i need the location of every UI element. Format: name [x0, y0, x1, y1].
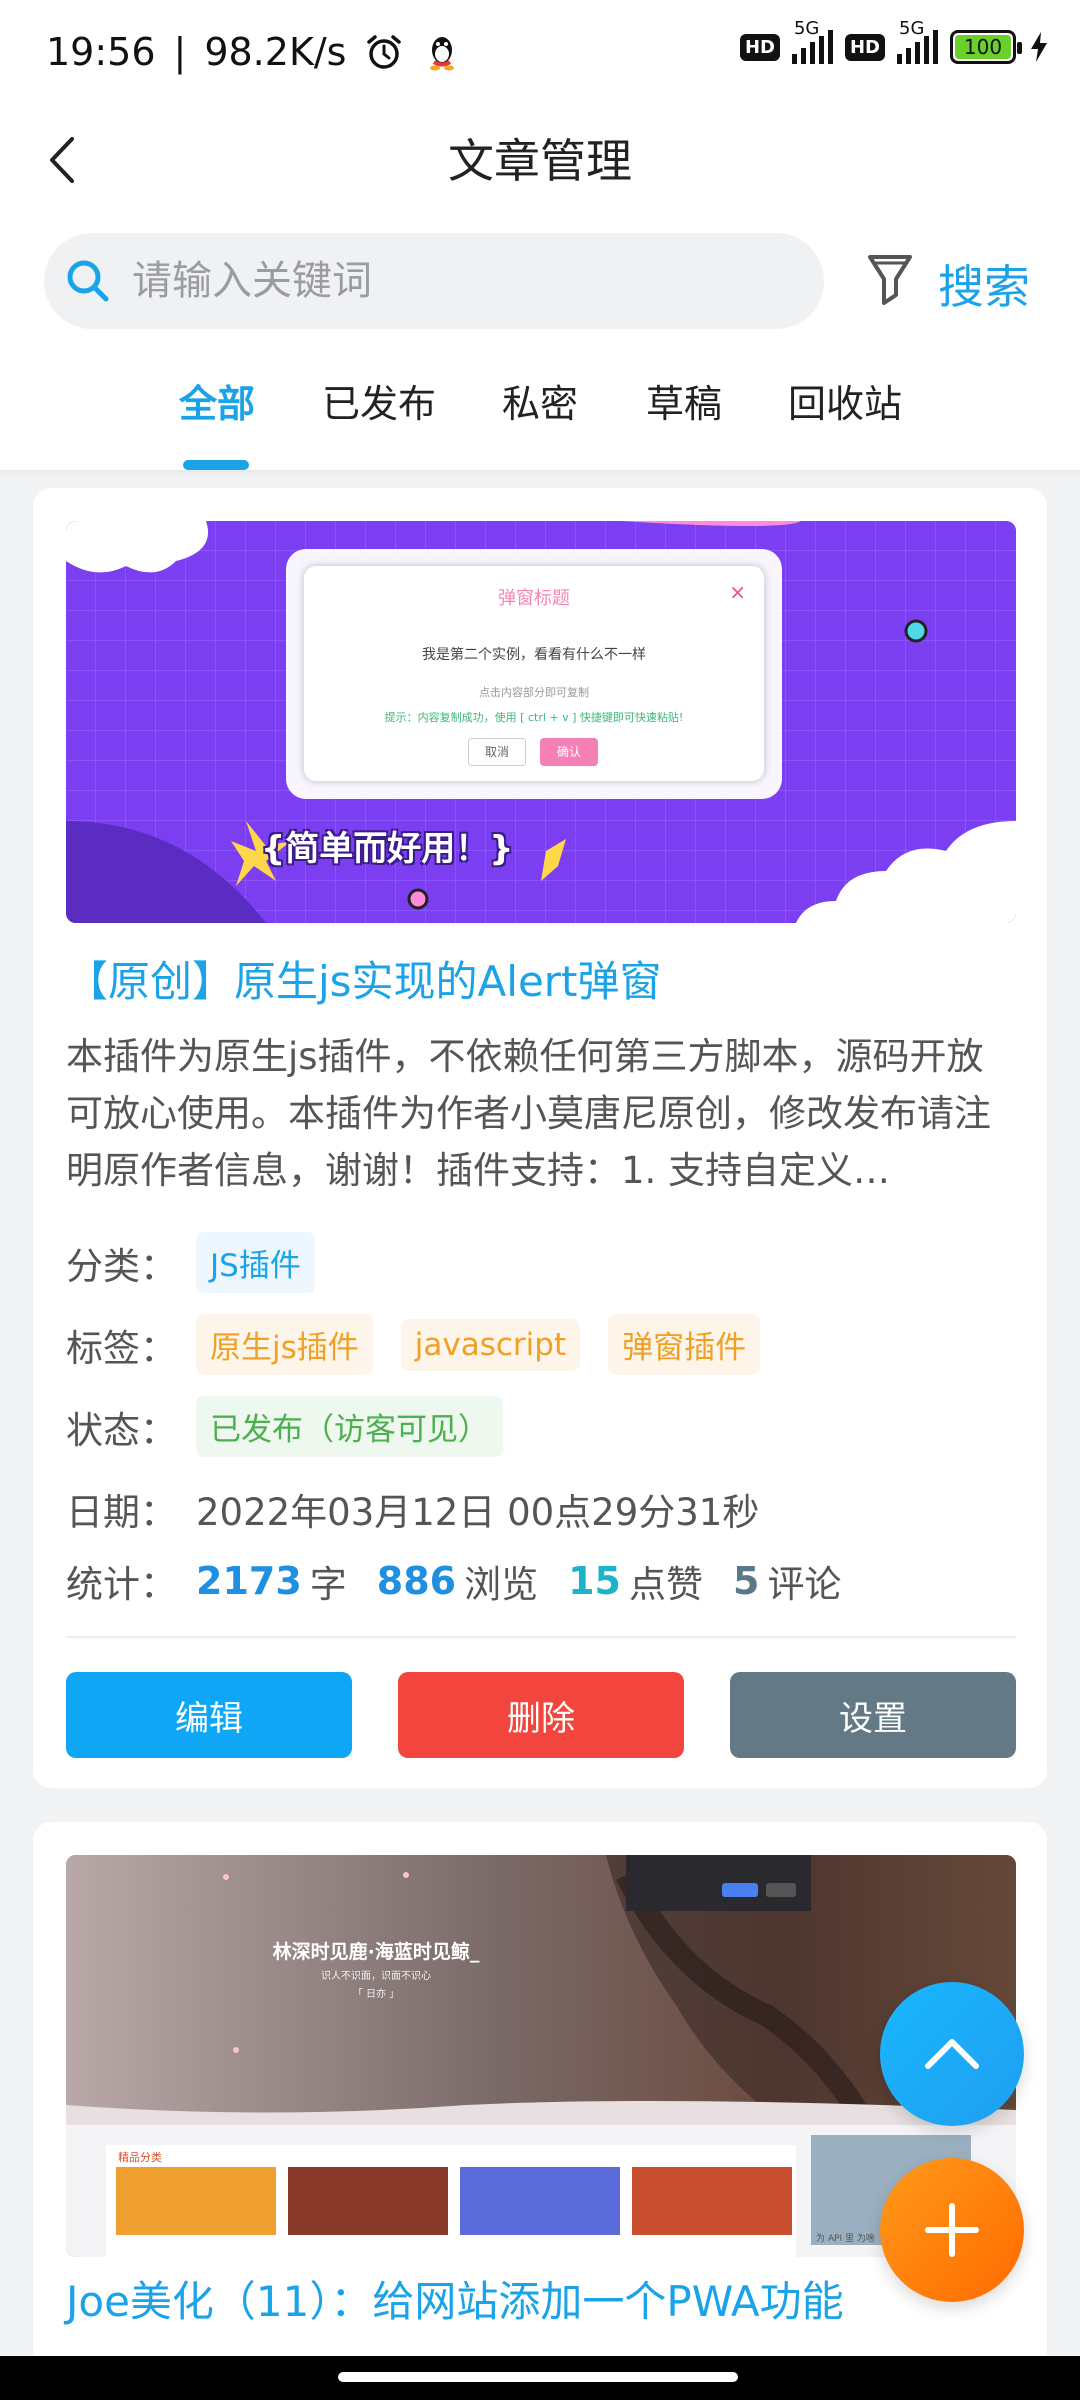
search-icon — [67, 260, 109, 302]
battery-icon: 100 — [950, 30, 1022, 64]
cover-dialog-text: 我是第二个实例，看看有什么不一样 — [422, 647, 646, 663]
search-box[interactable] — [44, 233, 824, 329]
network-type: 5G — [899, 18, 925, 39]
tag-badge[interactable]: javascript — [400, 1318, 581, 1371]
signal-icon: 5G — [897, 18, 938, 64]
search-input[interactable] — [132, 258, 752, 304]
cover-sidebar-caption: 为 API 里 为啥 — [816, 2234, 875, 2244]
post-date-row: 日期： 2022年03月12日 00点29分31秒 — [66, 1482, 759, 1536]
post-card: 弹窗标题 × 我是第二个实例，看看有什么不一样 点击内容部分即可复制 提示：内容… — [33, 488, 1047, 1788]
status-bar: 19:56 | 98.2K/s HD 5G HD 5G 100 — [0, 0, 1080, 105]
status-time: 19:56 — [46, 30, 156, 74]
tab-all[interactable]: 全部 — [179, 373, 255, 428]
close-icon: × — [729, 580, 746, 604]
word-count: 2173 — [196, 1559, 302, 1603]
network-type: 5G — [793, 18, 820, 39]
stats-label: 统计： — [66, 1563, 177, 1606]
like-count: 15 — [568, 1559, 621, 1603]
tab-indicator — [183, 460, 249, 470]
post-title[interactable]: 【原创】原生js实现的Alert弹窗 — [66, 948, 662, 1009]
tab-drafts[interactable]: 草稿 — [646, 373, 722, 428]
tab-private[interactable]: 私密 — [502, 373, 578, 428]
comment-count: 5 — [732, 1559, 760, 1603]
add-post-button[interactable] — [880, 2158, 1024, 2302]
tag-badge[interactable]: 原生js插件 — [196, 1314, 373, 1375]
tab-bar: 全部 已发布 私密 草稿 回收站 — [0, 373, 1080, 465]
cover-confirm-button: 确认 — [540, 738, 598, 766]
cover-slogan: {简单而好用！} — [261, 829, 514, 869]
battery-level: 100 — [955, 35, 1011, 59]
cover-headline: 林深时见鹿·海蓝时见鲸_ — [272, 1941, 480, 1963]
hd-badge: HD — [739, 33, 780, 61]
plus-icon — [925, 2203, 979, 2257]
qq-icon — [430, 37, 455, 71]
alarm-icon — [367, 35, 402, 69]
tag-badge[interactable]: 弹窗插件 — [608, 1314, 761, 1375]
delete-button[interactable]: 删除 — [398, 1672, 684, 1758]
status-badge: 已发布（访客可见） — [196, 1396, 503, 1457]
page-title: 文章管理 — [448, 134, 632, 188]
post-tags-row: 标签： 原生js插件 javascript 弹窗插件 — [66, 1314, 788, 1375]
search-button[interactable]: 搜索 — [938, 251, 1030, 317]
status-separator: | — [173, 30, 187, 74]
view-count: 886 — [376, 1559, 457, 1603]
like-count-unit: 点赞 — [628, 1563, 703, 1606]
cover-dialog-hint: 点击内容部分即可复制 — [479, 686, 589, 699]
status-right: HD 5G HD 5G 100 — [739, 18, 1050, 64]
post-title[interactable]: Joe美化（11）：给网站添加一个PWA功能 — [66, 2268, 844, 2329]
post-date: 2022年03月12日 00点29分31秒 — [196, 1491, 760, 1534]
cover-background — [66, 1855, 1016, 2257]
chevron-up-icon — [925, 2039, 979, 2069]
scroll-top-button[interactable] — [880, 1982, 1024, 2126]
cover-section-label: 精品分类 — [118, 2151, 162, 2164]
cover-subline: 识人不识面，识面不识心 — [321, 1971, 431, 1982]
cover-subline-2: 「 日亦 」 — [352, 1989, 400, 2000]
status-label: 状态： — [66, 1408, 177, 1452]
post-cover-image[interactable]: 弹窗标题 × 我是第二个实例，看看有什么不一样 点击内容部分即可复制 提示：内容… — [66, 521, 1016, 923]
category-badge[interactable]: JS插件 — [196, 1232, 315, 1293]
tab-trash[interactable]: 回收站 — [788, 373, 902, 428]
post-status-row: 状态： 已发布（访客可见） — [66, 1396, 531, 1457]
word-count-unit: 字 — [309, 1563, 347, 1606]
edit-button[interactable]: 编辑 — [66, 1672, 352, 1758]
post-category-row: 分类： JS插件 — [66, 1232, 343, 1293]
filter-icon — [868, 255, 912, 305]
post-card: 林深时见鹿·海蓝时见鲸_ 识人不识面，识面不识心 「 日亦 」 精品分类 为 A… — [33, 1822, 1047, 2400]
system-nav-bar — [0, 2356, 1080, 2400]
hd-badge: HD — [844, 33, 885, 61]
view-count-unit: 浏览 — [464, 1563, 539, 1606]
date-label: 日期： — [66, 1491, 177, 1534]
page-header: 文章管理 搜索 全部 已发布 私密 草稿 回收站 — [0, 105, 1080, 470]
tags-label: 标签： — [66, 1326, 177, 1370]
post-excerpt: 本插件为原生js插件，不依赖任何第三方脚本，源码开放可放心使用。本插件为作者小莫… — [66, 1035, 991, 1192]
settings-button[interactable]: 设置 — [730, 1672, 1016, 1758]
filter-button[interactable] — [862, 245, 918, 315]
cover-dialog-tip: 提示：内容复制成功，使用 [ ctrl + v ] 快捷键即可快速粘贴! — [384, 711, 684, 724]
signal-icon: 5G — [791, 18, 833, 64]
charging-icon — [1031, 32, 1047, 62]
tab-published[interactable]: 已发布 — [322, 373, 436, 428]
status-left: 19:56 | 98.2K/s — [46, 30, 462, 74]
category-label: 分类： — [66, 1244, 177, 1288]
network-speed: 98.2K/s — [204, 30, 347, 74]
post-stats-row: 统计： 2173 字 886 浏览 15 点赞 5 评论 — [66, 1554, 871, 1608]
comment-count-unit: 评论 — [767, 1563, 842, 1606]
cover-dialog: 弹窗标题 × 我是第二个实例，看看有什么不一样 点击内容部分即可复制 提示：内容… — [304, 566, 764, 781]
cover-dialog-title: 弹窗标题 — [498, 588, 570, 609]
card-divider — [66, 1636, 1016, 1638]
post-cover-image[interactable]: 林深时见鹿·海蓝时见鲸_ 识人不识面，识面不识心 「 日亦 」 精品分类 为 A… — [66, 1855, 1016, 2257]
cover-cancel-button: 取消 — [468, 738, 526, 766]
home-indicator[interactable] — [338, 2372, 738, 2382]
